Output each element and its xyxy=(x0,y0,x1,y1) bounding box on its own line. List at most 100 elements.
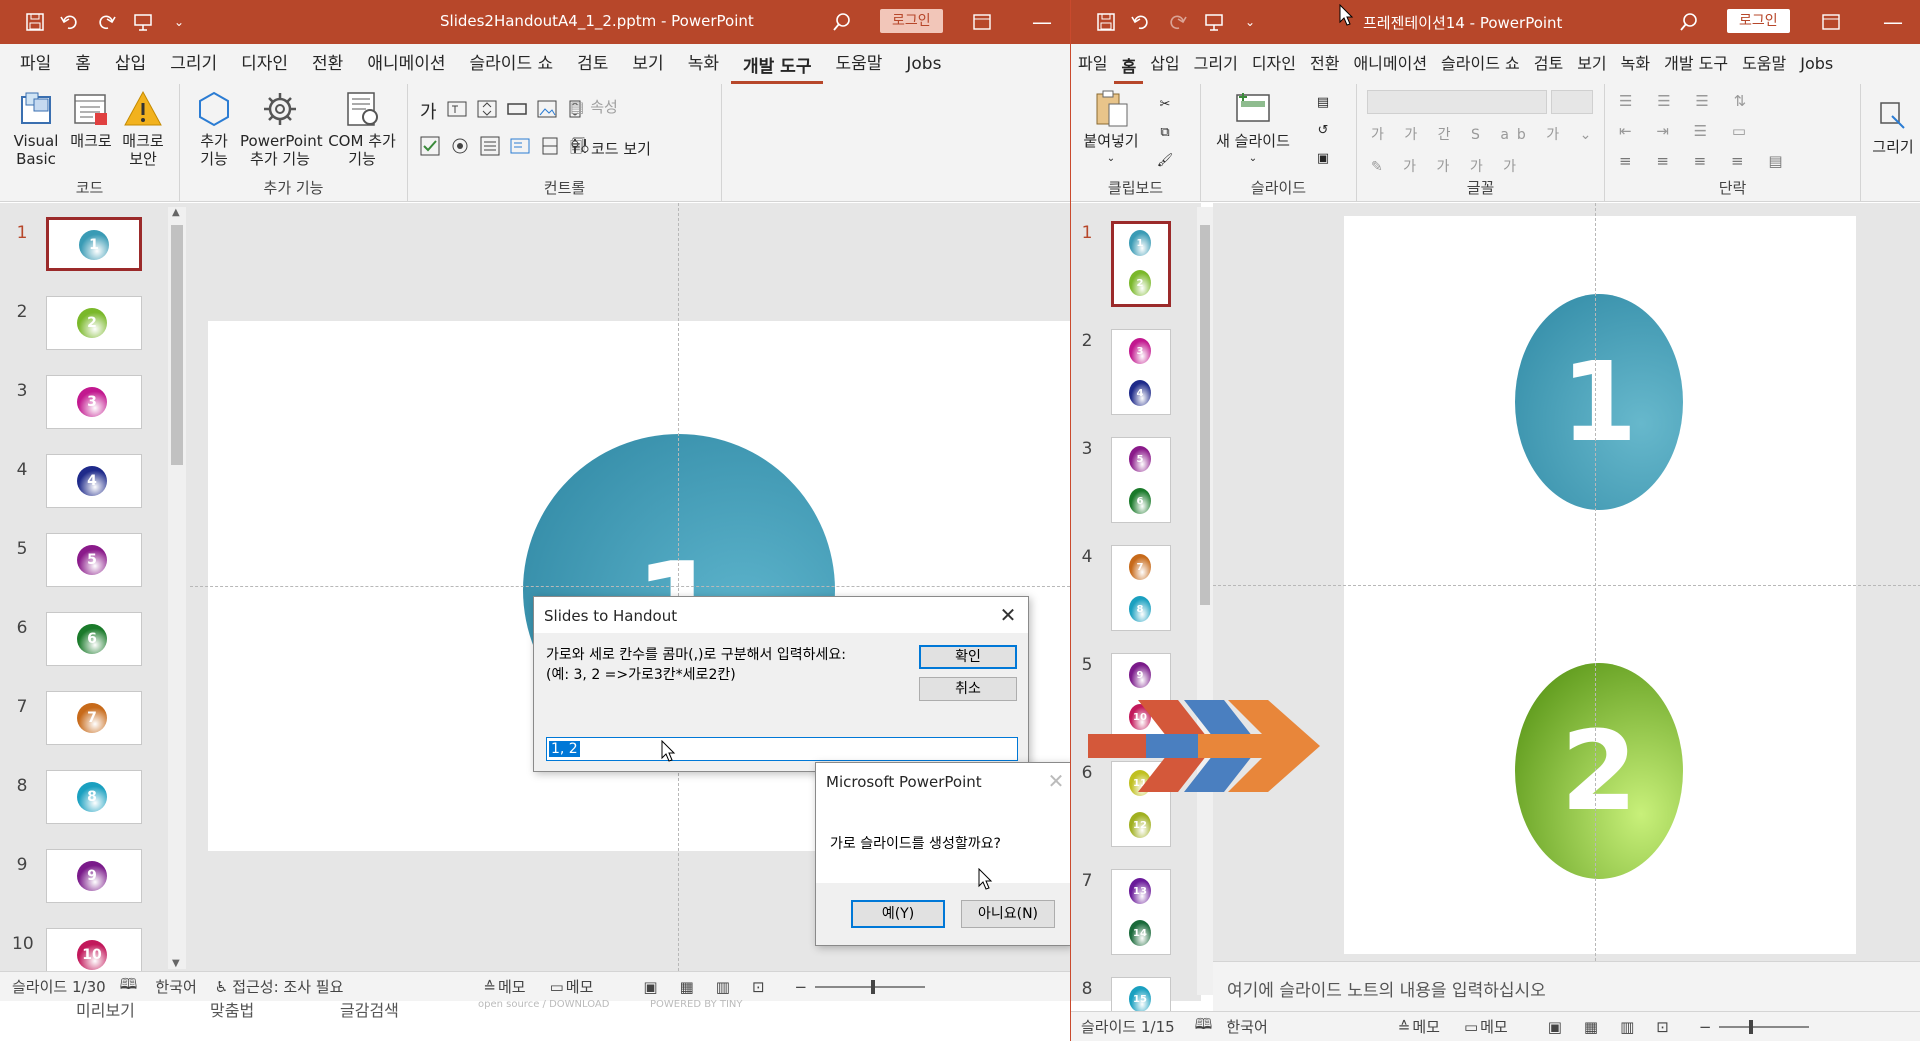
label-control-icon[interactable]: 가 xyxy=(420,98,437,124)
tab-2[interactable]: 삽입 xyxy=(1143,44,1186,84)
slide-thumbnail[interactable]: 1 xyxy=(46,217,142,271)
tab-5[interactable]: 전환 xyxy=(300,44,355,84)
paste-dropdown-icon[interactable]: ⌄ xyxy=(1079,150,1143,168)
macro-security-button[interactable]: 매크로 보안 xyxy=(116,88,170,168)
format-painter-icon[interactable]: 🖌 xyxy=(1153,148,1177,172)
tab-11[interactable]: 개발 도구 xyxy=(730,50,824,84)
slide-thumbnail[interactable]: 9 xyxy=(46,849,142,903)
save-icon[interactable] xyxy=(1095,11,1117,33)
language-indicator[interactable]: 한국어 xyxy=(155,976,196,997)
properties-button[interactable]: ▤ 속성 xyxy=(570,96,618,117)
tab-1[interactable]: 홈 xyxy=(1114,50,1144,84)
thumbnail-scrollbar[interactable]: ▲ ▼ xyxy=(168,207,186,969)
tab-6[interactable]: 애니메이션 xyxy=(355,44,457,84)
slideshow-icon[interactable] xyxy=(132,11,154,33)
tab-0[interactable]: 파일 xyxy=(1071,44,1114,84)
list-row[interactable]: ☰ ☰ ☰ ⇅ xyxy=(1619,92,1756,110)
zoom-out-icon[interactable]: − xyxy=(795,978,808,996)
addins-button[interactable]: 추가 기능 xyxy=(190,88,238,168)
no-button[interactable]: 아니요(N) xyxy=(961,900,1055,928)
slide-sorter-icon[interactable]: ▦ xyxy=(1584,1018,1598,1036)
accessibility-status[interactable]: 접근성: 조사 필요 xyxy=(232,976,343,997)
button-control-icon[interactable] xyxy=(506,100,527,122)
grid-size-input[interactable]: 1, 2 xyxy=(546,737,1018,761)
zoom-slider[interactable] xyxy=(1719,1019,1810,1034)
normal-view-icon[interactable]: ▣ xyxy=(643,978,657,996)
listbox-control-icon[interactable] xyxy=(480,136,500,160)
reading-view-icon[interactable]: ▥ xyxy=(1620,1018,1634,1036)
login-button[interactable]: 로그인 xyxy=(880,9,943,33)
save-icon[interactable] xyxy=(24,11,46,33)
minimize-icon[interactable]: — xyxy=(1030,10,1054,34)
tab-2[interactable]: 삽입 xyxy=(103,44,158,84)
combobox-control-icon[interactable] xyxy=(510,136,530,160)
redo-icon[interactable] xyxy=(96,11,118,33)
tab-4[interactable]: 디자인 xyxy=(229,44,300,84)
comments-button[interactable]: 메모 xyxy=(566,976,594,997)
radio-control-icon[interactable] xyxy=(450,136,470,160)
right-login-button[interactable]: 로그인 xyxy=(1727,9,1790,33)
right-notes-button[interactable]: 메모 xyxy=(1412,1016,1440,1037)
slide-thumbnail[interactable]: 2 xyxy=(46,296,142,350)
scrollbar-thumb[interactable] xyxy=(171,225,183,465)
font-name-dropdown[interactable] xyxy=(1367,90,1547,114)
reset-icon[interactable]: ↺ xyxy=(1311,118,1335,142)
slide-sorter-icon[interactable]: ▦ xyxy=(680,978,694,996)
tab-12[interactable]: 도움말 xyxy=(1735,44,1793,84)
slide-thumbnail[interactable]: 3 xyxy=(46,375,142,429)
font-format-row[interactable]: 가 가 간 S ab 가 ⌄ xyxy=(1371,124,1599,144)
yes-button[interactable]: 예(Y) xyxy=(851,900,945,928)
confirm-close-icon[interactable]: ✕ xyxy=(1044,769,1068,793)
checkbox-control-icon[interactable] xyxy=(420,136,440,160)
slideshow-view-icon[interactable]: ⊡ xyxy=(752,978,765,996)
slide-thumbnail[interactable]: 4 xyxy=(46,454,142,508)
layout-icon[interactable]: ▤ xyxy=(1311,90,1335,114)
undo-icon[interactable] xyxy=(1131,11,1153,33)
spin-control-icon[interactable] xyxy=(477,100,497,122)
spellcheck-icon[interactable]: 🕮 xyxy=(1195,1014,1213,1039)
toggle-control-icon[interactable] xyxy=(540,136,560,160)
ribbon-display-icon[interactable] xyxy=(1819,10,1843,34)
section-icon[interactable]: ▣ xyxy=(1311,146,1335,170)
tab-1[interactable]: 홈 xyxy=(63,44,103,84)
search-icon[interactable] xyxy=(830,10,854,34)
tab-12[interactable]: 도움말 xyxy=(823,44,894,84)
handout-thumbnail[interactable]: 13 14 xyxy=(1111,869,1171,955)
zoom-out-icon[interactable]: − xyxy=(1699,1018,1712,1036)
slideshow-icon[interactable] xyxy=(1203,11,1225,33)
cancel-button[interactable]: 취소 xyxy=(919,677,1017,701)
scrollbar-thumb[interactable] xyxy=(1200,225,1210,605)
tab-5[interactable]: 전환 xyxy=(1303,44,1346,84)
right-comments-button[interactable]: 메모 xyxy=(1480,1016,1508,1037)
undo-icon[interactable] xyxy=(60,11,82,33)
tab-13[interactable]: Jobs xyxy=(894,44,953,84)
macro-button[interactable]: 매크로 xyxy=(68,88,114,150)
tab-10[interactable]: 녹화 xyxy=(676,44,731,84)
handout-thumbnail[interactable]: 12 xyxy=(1111,221,1171,307)
normal-view-icon[interactable]: ▣ xyxy=(1548,1018,1562,1036)
tab-13[interactable]: Jobs xyxy=(1793,44,1840,84)
slide-thumbnail[interactable]: 5 xyxy=(46,533,142,587)
tab-3[interactable]: 그리기 xyxy=(1187,44,1245,84)
spellcheck-icon[interactable]: 🕮 xyxy=(120,974,138,999)
font-size-dropdown[interactable] xyxy=(1551,90,1593,114)
new-slide-button[interactable]: 새 슬라이드 ⌄ xyxy=(1211,88,1295,168)
font-color-row[interactable]: ✎ 가 가 가 가 xyxy=(1371,156,1524,176)
align-row[interactable]: ≡ ≡ ≡ ≡ ▤ xyxy=(1619,152,1793,170)
tab-9[interactable]: 보기 xyxy=(620,44,675,84)
search-icon[interactable] xyxy=(1677,10,1701,34)
tab-3[interactable]: 그리기 xyxy=(158,44,229,84)
slide-thumbnail[interactable]: 6 xyxy=(46,612,142,666)
handout-thumbnail[interactable]: 78 xyxy=(1111,545,1171,631)
handout-thumbnail[interactable]: 34 xyxy=(1111,329,1171,415)
tab-11[interactable]: 개발 도구 xyxy=(1657,44,1735,84)
view-code-button[interactable]: 🗐 코드 보기 xyxy=(570,136,651,161)
tab-0[interactable]: 파일 xyxy=(8,44,63,84)
paste-button[interactable]: 붙여넣기 ⌄ xyxy=(1079,88,1143,168)
tab-4[interactable]: 디자인 xyxy=(1245,44,1303,84)
customize-qat-icon[interactable]: ⌄ xyxy=(1239,11,1261,33)
indent-row[interactable]: ⇤ ⇥ ☰ ▭ xyxy=(1619,122,1756,140)
copy-icon[interactable]: ⧉ xyxy=(1153,120,1177,144)
textbox-control-icon[interactable] xyxy=(447,100,467,122)
slideshow-view-icon[interactable]: ⊡ xyxy=(1656,1018,1669,1036)
